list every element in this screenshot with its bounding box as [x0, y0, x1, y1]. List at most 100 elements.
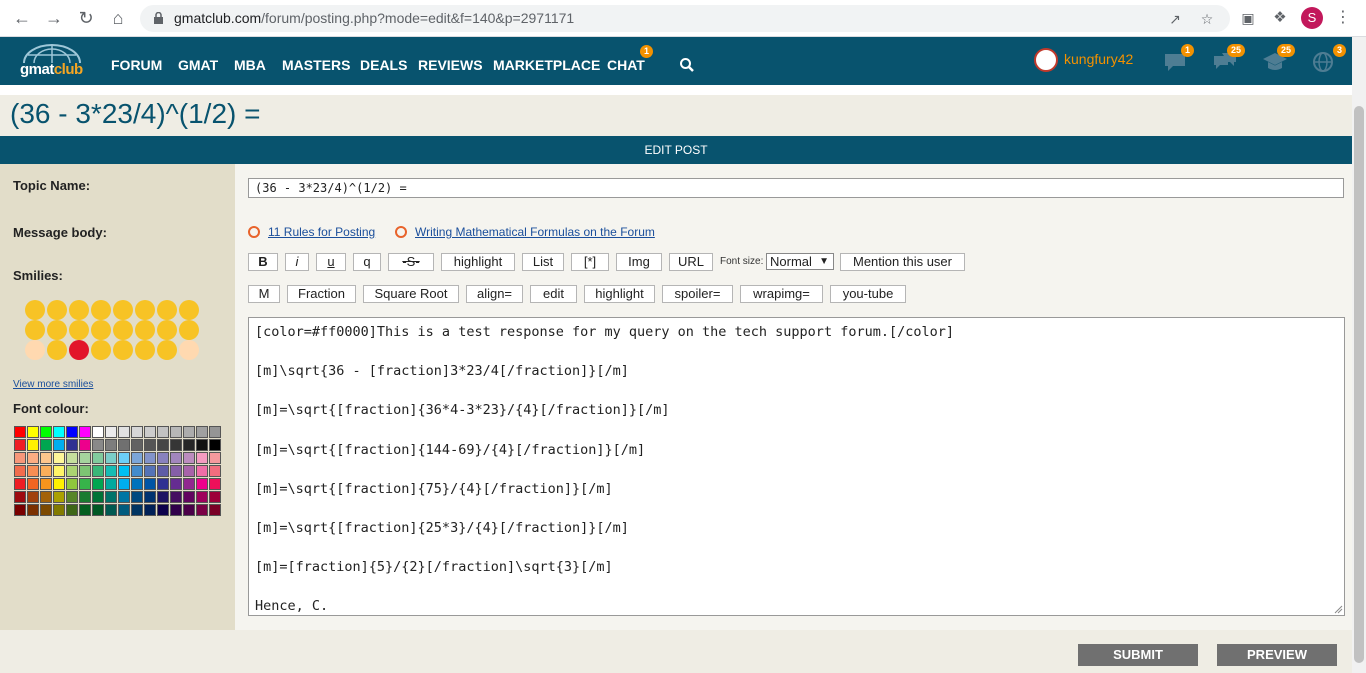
- colour-swatch[interactable]: [144, 504, 156, 516]
- smiley-icon[interactable]: [69, 320, 89, 340]
- fraction-button[interactable]: Fraction: [287, 285, 356, 303]
- colour-swatch[interactable]: [92, 426, 104, 438]
- colour-swatch[interactable]: [105, 478, 117, 490]
- colour-swatch[interactable]: [53, 478, 65, 490]
- strike-button[interactable]: -S-: [388, 253, 434, 271]
- mention-user-button[interactable]: Mention this user: [840, 253, 965, 271]
- profile-avatar[interactable]: S: [1301, 7, 1323, 29]
- nav-deals[interactable]: DEALS: [360, 57, 407, 73]
- colour-swatch[interactable]: [92, 452, 104, 464]
- colour-swatch[interactable]: [157, 504, 169, 516]
- colour-swatch[interactable]: [144, 478, 156, 490]
- colour-swatch[interactable]: [209, 491, 221, 503]
- colour-swatch[interactable]: [14, 452, 26, 464]
- colour-swatch[interactable]: [209, 426, 221, 438]
- colour-swatch[interactable]: [53, 452, 65, 464]
- youtube-button[interactable]: you-tube: [830, 285, 906, 303]
- italic-button[interactable]: i: [285, 253, 309, 271]
- nav-masters[interactable]: MASTERS: [282, 57, 350, 73]
- forward-icon[interactable]: →: [44, 8, 64, 28]
- colour-swatch[interactable]: [27, 452, 39, 464]
- quote-button[interactable]: q: [353, 253, 381, 271]
- colour-swatch[interactable]: [157, 478, 169, 490]
- colour-swatch[interactable]: [209, 504, 221, 516]
- colour-swatch[interactable]: [183, 478, 195, 490]
- colour-swatch[interactable]: [170, 478, 182, 490]
- colour-swatch[interactable]: [66, 465, 78, 477]
- edit-button[interactable]: edit: [530, 285, 577, 303]
- colour-swatch[interactable]: [183, 504, 195, 516]
- formula-link[interactable]: Writing Mathematical Formulas on the For…: [415, 225, 655, 239]
- colour-swatch[interactable]: [144, 452, 156, 464]
- colour-swatch[interactable]: [27, 504, 39, 516]
- colour-swatch[interactable]: [131, 491, 143, 503]
- nav-reviews[interactable]: REVIEWS: [418, 57, 483, 73]
- wrapimg-button[interactable]: wrapimg=: [740, 285, 823, 303]
- colour-swatch[interactable]: [53, 439, 65, 451]
- colour-swatch[interactable]: [183, 426, 195, 438]
- colour-swatch[interactable]: [183, 491, 195, 503]
- colour-swatch[interactable]: [79, 426, 91, 438]
- colour-swatch[interactable]: [79, 491, 91, 503]
- colour-swatch[interactable]: [170, 439, 182, 451]
- colour-swatch[interactable]: [144, 465, 156, 477]
- colour-swatch[interactable]: [157, 491, 169, 503]
- gmatclub-logo[interactable]: gmatclub: [18, 43, 86, 79]
- math-button[interactable]: M: [248, 285, 280, 303]
- colour-swatch[interactable]: [92, 439, 104, 451]
- smiley-icon[interactable]: [113, 340, 133, 360]
- colour-swatch[interactable]: [79, 439, 91, 451]
- colour-swatch[interactable]: [131, 478, 143, 490]
- colour-swatch[interactable]: [196, 504, 208, 516]
- square-root-button[interactable]: Square Root: [363, 285, 459, 303]
- nav-forum[interactable]: FORUM: [111, 57, 162, 73]
- menu-icon[interactable]: ⋮: [1333, 8, 1353, 28]
- list-button[interactable]: List: [522, 253, 564, 271]
- colour-swatch[interactable]: [144, 491, 156, 503]
- colour-swatch[interactable]: [118, 504, 130, 516]
- rules-link[interactable]: 11 Rules for Posting: [268, 225, 375, 239]
- highlight-button-2[interactable]: highlight: [584, 285, 655, 303]
- colour-swatch[interactable]: [170, 426, 182, 438]
- user-avatar[interactable]: [1034, 48, 1058, 72]
- colour-swatch[interactable]: [27, 439, 39, 451]
- colour-swatch[interactable]: [53, 465, 65, 477]
- colour-swatch[interactable]: [66, 491, 78, 503]
- colour-swatch[interactable]: [14, 491, 26, 503]
- colour-swatch[interactable]: [40, 439, 52, 451]
- colour-swatch[interactable]: [118, 478, 130, 490]
- colour-swatch[interactable]: [92, 491, 104, 503]
- colour-swatch[interactable]: [66, 504, 78, 516]
- smiley-icon[interactable]: [91, 340, 111, 360]
- colour-swatch[interactable]: [196, 452, 208, 464]
- smiley-icon[interactable]: [69, 300, 89, 320]
- colour-swatch[interactable]: [40, 478, 52, 490]
- colour-swatch[interactable]: [209, 465, 221, 477]
- back-icon[interactable]: ←: [12, 8, 32, 28]
- smiley-icon[interactable]: [25, 320, 45, 340]
- smiley-icon[interactable]: [91, 300, 111, 320]
- colour-swatch[interactable]: [170, 491, 182, 503]
- colour-swatch[interactable]: [14, 478, 26, 490]
- smiley-icon[interactable]: [179, 340, 199, 360]
- colour-swatch[interactable]: [27, 465, 39, 477]
- colour-swatch[interactable]: [105, 504, 117, 516]
- colour-swatch[interactable]: [40, 491, 52, 503]
- colour-swatch[interactable]: [170, 504, 182, 516]
- highlight-button[interactable]: highlight: [441, 253, 515, 271]
- nav-chat[interactable]: CHAT: [607, 57, 645, 73]
- colour-swatch[interactable]: [105, 452, 117, 464]
- colour-swatch[interactable]: [105, 491, 117, 503]
- smiley-icon[interactable]: [47, 320, 67, 340]
- colour-swatch[interactable]: [157, 465, 169, 477]
- colour-swatch[interactable]: [157, 439, 169, 451]
- username[interactable]: kungfury42: [1064, 51, 1133, 67]
- colour-swatch[interactable]: [105, 465, 117, 477]
- smiley-icon[interactable]: [113, 320, 133, 340]
- colour-swatch[interactable]: [14, 504, 26, 516]
- smiley-icon[interactable]: [25, 300, 45, 320]
- smiley-icon[interactable]: [179, 300, 199, 320]
- smiley-icon[interactable]: [135, 320, 155, 340]
- colour-swatch[interactable]: [79, 478, 91, 490]
- colour-swatch[interactable]: [66, 478, 78, 490]
